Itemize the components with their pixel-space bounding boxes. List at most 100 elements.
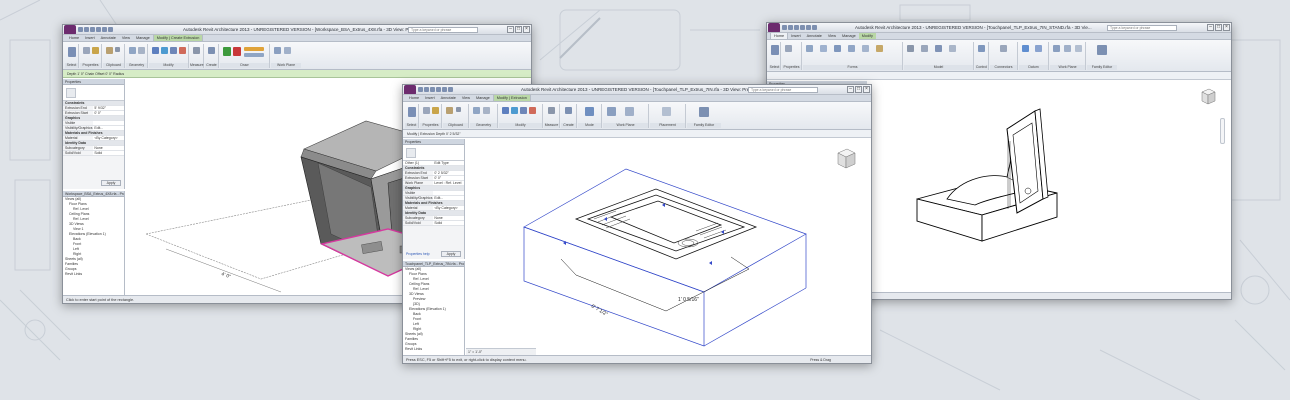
property-value[interactable]: 0' 0": [433, 176, 464, 180]
tab-home[interactable]: Home: [406, 95, 422, 101]
blend-icon[interactable]: [820, 45, 827, 52]
property-value[interactable]: [433, 191, 464, 195]
revolve-icon[interactable]: [834, 45, 841, 52]
tab-insert[interactable]: Insert: [422, 95, 438, 101]
tab-view[interactable]: View: [459, 95, 473, 101]
property-row[interactable]: Solid/Void Solid: [63, 151, 124, 156]
align-icon[interactable]: [502, 107, 509, 114]
load-into-project-icon[interactable]: [699, 107, 709, 117]
viewcube[interactable]: [835, 147, 857, 171]
close-icon[interactable]: ×: [863, 86, 870, 93]
property-row[interactable]: Solid/Void Solid: [403, 221, 464, 226]
properties-help-link[interactable]: Properties help: [406, 252, 430, 256]
rotate-icon[interactable]: [170, 47, 177, 54]
close-icon[interactable]: ×: [523, 26, 530, 33]
connector-icon[interactable]: [1000, 45, 1007, 52]
property-value[interactable]: None: [93, 146, 124, 150]
tab-insert[interactable]: Insert: [82, 35, 98, 41]
maximize-icon[interactable]: □: [1215, 24, 1222, 31]
quick-access-toolbar[interactable]: [782, 25, 817, 31]
show-work-plane-icon[interactable]: [284, 47, 291, 54]
property-value[interactable]: None: [433, 216, 464, 220]
tab-annotate[interactable]: Annotate: [438, 95, 459, 101]
properties-icon[interactable]: [785, 45, 792, 52]
drawing-canvas[interactable]: [867, 81, 1231, 293]
property-value[interactable]: Edit...: [93, 126, 124, 130]
tab-view[interactable]: View: [119, 35, 133, 41]
search-input[interactable]: Type a keyword or phrase: [408, 27, 478, 33]
edit-extrusion-icon[interactable]: [585, 107, 594, 116]
minimize-icon[interactable]: –: [1207, 24, 1214, 31]
extrusion-icon[interactable]: [806, 45, 813, 52]
component-icon[interactable]: [921, 45, 928, 52]
join-icon[interactable]: [129, 47, 136, 54]
type-selector[interactable]: [403, 145, 464, 161]
property-value[interactable]: Level : Ref. Level: [433, 181, 464, 185]
close-icon[interactable]: ×: [1223, 24, 1230, 31]
property-value[interactable]: 0' 0": [93, 111, 124, 115]
tab-annotate[interactable]: Annotate: [804, 33, 825, 39]
rotate-icon[interactable]: [520, 107, 527, 114]
swept-blend-icon[interactable]: [862, 45, 869, 52]
tab-manage[interactable]: Manage: [133, 35, 153, 41]
minimize-icon[interactable]: –: [847, 86, 854, 93]
browser-tree-item[interactable]: Revit Links: [403, 347, 464, 352]
cancel-edit-icon[interactable]: [233, 47, 241, 56]
tab-insert[interactable]: Insert: [788, 33, 804, 39]
reference-line-icon[interactable]: [1022, 45, 1029, 52]
apply-button[interactable]: Apply: [101, 180, 121, 186]
cut-geometry-icon[interactable]: [483, 107, 490, 114]
property-value[interactable]: Solid: [433, 221, 464, 225]
search-input[interactable]: Type a keyword or phrase: [748, 87, 818, 93]
type-properties-icon[interactable]: [92, 47, 99, 54]
copy-icon[interactable]: [456, 107, 461, 112]
trim-icon[interactable]: [179, 47, 186, 54]
trim-icon[interactable]: [529, 107, 536, 114]
create-icon[interactable]: [208, 47, 215, 54]
modify-icon[interactable]: [68, 47, 76, 57]
property-value[interactable]: [93, 121, 124, 125]
load-into-project-icon[interactable]: [1097, 45, 1107, 55]
show-icon[interactable]: [1064, 45, 1071, 52]
move-icon[interactable]: [161, 47, 168, 54]
properties-icon[interactable]: [423, 107, 430, 114]
join-icon[interactable]: [473, 107, 480, 114]
set-work-plane-icon[interactable]: [274, 47, 281, 54]
app-menu-button[interactable]: [64, 25, 76, 34]
navigation-bar[interactable]: [1220, 118, 1225, 144]
properties-icon[interactable]: [83, 47, 90, 54]
line-tool-icon[interactable]: [244, 47, 264, 51]
view-control-bar[interactable]: 1" = 1'-0": [466, 348, 536, 355]
property-value[interactable]: <By Category>: [433, 206, 464, 210]
boundary-line-icon[interactable]: [244, 53, 264, 57]
tab-modify-extrusion[interactable]: Modify | Extrusion: [492, 95, 531, 101]
browser-tree-item[interactable]: Revit Links: [63, 272, 124, 277]
maximize-icon[interactable]: □: [515, 26, 522, 33]
tab-annotate[interactable]: Annotate: [98, 35, 119, 41]
edit-work-plane-icon[interactable]: [607, 107, 616, 116]
cut-icon[interactable]: [115, 47, 120, 52]
align-icon[interactable]: [152, 47, 159, 54]
apply-button[interactable]: Apply: [441, 251, 461, 257]
create-icon[interactable]: [565, 107, 572, 114]
tab-manage[interactable]: Manage: [473, 95, 493, 101]
viewer-icon[interactable]: [1075, 45, 1082, 52]
measure-icon[interactable]: [193, 47, 200, 54]
move-icon[interactable]: [511, 107, 518, 114]
modify-icon[interactable]: [408, 107, 416, 117]
paste-icon[interactable]: [446, 107, 453, 114]
property-value[interactable]: Solid: [93, 151, 124, 155]
tab-manage[interactable]: Manage: [839, 33, 859, 39]
tab-modify[interactable]: Modify: [858, 33, 876, 39]
opening-icon[interactable]: [949, 45, 956, 52]
paste-icon[interactable]: [106, 47, 113, 54]
set-icon[interactable]: [1053, 45, 1060, 52]
measure-icon[interactable]: [548, 107, 555, 114]
property-value[interactable]: 0' 2 5/32": [433, 171, 464, 175]
maximize-icon[interactable]: □: [855, 86, 862, 93]
pick-new-icon[interactable]: [625, 107, 634, 116]
property-value[interactable]: <By Category>: [93, 136, 124, 140]
drawing-canvas[interactable]: 0' 7 1/2" 1' 0 5/16": [466, 139, 871, 350]
type-selector[interactable]: [63, 85, 124, 101]
tab-home[interactable]: Home: [66, 35, 82, 41]
